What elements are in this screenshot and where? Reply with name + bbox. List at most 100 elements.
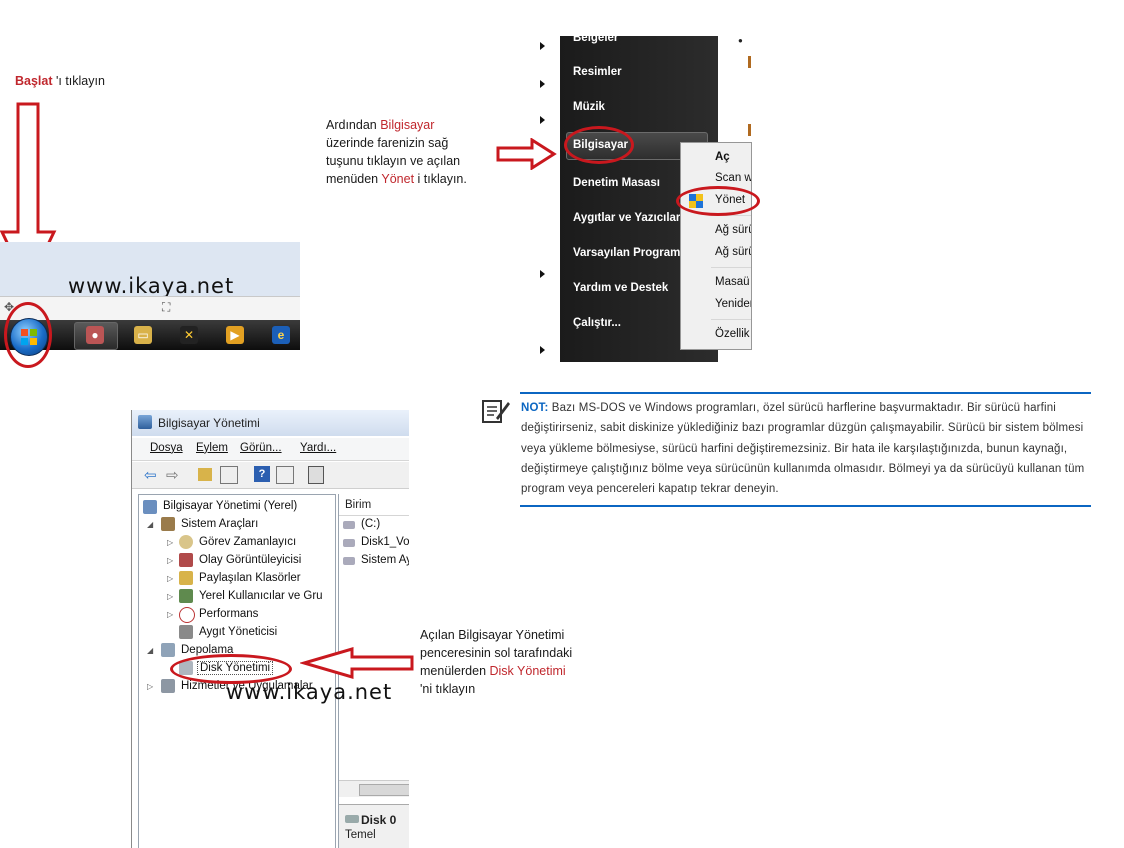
- computer-management-window: Bilgisayar Yönetimi Dosya Eylem Görün...…: [131, 410, 409, 848]
- expand-icon[interactable]: ▷: [167, 610, 173, 619]
- menu-devices-printers[interactable]: Aygıtlar ve Yazıcılar: [573, 212, 680, 224]
- chevron-right-icon: [540, 80, 545, 88]
- expand-icon[interactable]: ▷: [147, 682, 153, 691]
- computer-management-icon: [143, 500, 157, 514]
- manage-keyword: Yönet: [381, 172, 415, 186]
- step2-line4: menüden: [326, 172, 382, 186]
- disk-label: Disk 0: [361, 813, 397, 827]
- show-hide-tree-icon[interactable]: [220, 466, 238, 484]
- step3-line3: menülerden: [420, 664, 490, 678]
- tree-shared-folders[interactable]: Paylaşılan Klasörler: [199, 572, 301, 584]
- menu-music[interactable]: Müzik: [573, 101, 605, 113]
- computer-highlight-oval: [564, 126, 634, 164]
- chevron-right-icon: [540, 346, 545, 354]
- note-label: NOT:: [521, 402, 549, 414]
- show-hide-action-icon[interactable]: [276, 466, 294, 484]
- tree-performance[interactable]: Performans: [199, 608, 258, 620]
- expand-icon[interactable]: ▷: [167, 556, 173, 565]
- computer-management-icon: [138, 415, 152, 429]
- volume-row[interactable]: Disk1_Vol: [361, 536, 409, 548]
- menu-documents[interactable]: Belgeler: [573, 32, 618, 44]
- users-icon: [179, 589, 193, 603]
- column-header[interactable]: Birim: [339, 497, 409, 516]
- up-folder-icon[interactable]: [198, 468, 212, 481]
- tree-task-scheduler[interactable]: Görev Zamanlayıcı: [199, 536, 296, 548]
- tree-local-users[interactable]: Yerel Kullanıcılar ve Gru: [199, 590, 323, 602]
- help-icon[interactable]: ?: [254, 466, 270, 482]
- disk-management-highlight-oval: [170, 654, 292, 684]
- window-title: Bilgisayar Yönetimi: [158, 416, 260, 430]
- manage-highlight-oval: [676, 186, 760, 216]
- disk-type: Temel: [345, 829, 376, 841]
- chevron-right-icon: [540, 116, 545, 124]
- media-icon[interactable]: ✕: [180, 326, 198, 344]
- watermark: www.ikaya.net: [68, 274, 235, 298]
- step3-line4: 'ni tıklayın: [420, 682, 476, 696]
- tools-icon: [161, 517, 175, 531]
- text-fragment: [748, 56, 751, 68]
- storage-icon: [161, 643, 175, 657]
- menu-run[interactable]: Çalıştır...: [573, 317, 621, 329]
- menu-pictures[interactable]: Resimler: [573, 66, 622, 78]
- drive-icon: [343, 521, 355, 529]
- player-icon[interactable]: ▶: [226, 326, 244, 344]
- menu-default-programs[interactable]: Varsayılan Programlar: [573, 247, 694, 259]
- expand-icon[interactable]: ▷: [167, 592, 173, 601]
- bullet-icon: ●: [738, 36, 743, 45]
- clock-icon: [179, 535, 193, 549]
- menu-help[interactable]: Yardı...: [300, 442, 336, 454]
- step3-line1: Açılan Bilgisayar Yönetimi: [420, 628, 565, 642]
- text-fragment: [748, 124, 751, 136]
- step3-line2: penceresinin sol tarafındaki: [420, 646, 573, 660]
- ie-icon[interactable]: e: [272, 326, 290, 344]
- menu-help-support[interactable]: Yardım ve Destek: [573, 282, 668, 294]
- back-arrow-icon[interactable]: ⇦: [144, 466, 157, 484]
- tree-event-viewer[interactable]: Olay Görüntüleyicisi: [199, 554, 301, 566]
- properties-icon[interactable]: [308, 466, 324, 484]
- forward-arrow-icon[interactable]: ⇨: [166, 466, 179, 484]
- shared-folder-icon: [179, 571, 193, 585]
- tree-system-tools[interactable]: Sistem Araçları: [181, 518, 258, 530]
- chevron-right-icon: [540, 270, 545, 278]
- note-pad-icon: [482, 400, 510, 423]
- menubar: Dosya Eylem Görün... Yardı...: [132, 438, 409, 461]
- computer-keyword: Bilgisayar: [380, 118, 435, 132]
- app-icon[interactable]: ●: [86, 326, 104, 344]
- menu-file[interactable]: Dosya: [150, 442, 183, 454]
- disk-management-keyword: Disk Yönetimi: [489, 664, 566, 678]
- right-arrow-annotation: [496, 138, 557, 170]
- step2-instruction: Ardından Bilgisayar üzerinde farenizin s…: [326, 116, 506, 188]
- start-highlight-oval: [4, 302, 52, 368]
- menu-action[interactable]: Eylem: [196, 442, 228, 454]
- device-manager-icon: [179, 625, 193, 639]
- step1-instruction: Başlat 'ı tıklayın: [15, 72, 105, 90]
- horizontal-scrollbar[interactable]: [339, 780, 409, 797]
- event-viewer-icon: [179, 553, 193, 567]
- menu-control-panel[interactable]: Denetim Masası: [573, 177, 660, 189]
- collapse-icon[interactable]: ◢: [147, 646, 153, 655]
- menu-view[interactable]: Görün...: [240, 442, 282, 454]
- step3-instruction: Açılan Bilgisayar Yönetimi penceresinin …: [420, 626, 610, 698]
- volume-row[interactable]: Sistem Ay: [361, 554, 409, 566]
- ctx-open[interactable]: Aç: [715, 151, 730, 163]
- expand-icon[interactable]: ▷: [167, 574, 173, 583]
- tree-root[interactable]: Bilgisayar Yönetimi (Yerel): [163, 500, 297, 512]
- disk-summary: Disk 0 Temel: [339, 804, 409, 848]
- step2-line1: Ardından: [326, 118, 381, 132]
- performance-icon: [179, 607, 195, 623]
- volume-row[interactable]: (C:): [361, 518, 380, 530]
- step2-line4-end: i tıklayın.: [414, 172, 467, 186]
- window-titlebar: Bilgisayar Yönetimi: [132, 410, 409, 436]
- disk-icon: [345, 815, 359, 823]
- chevron-right-icon: [540, 42, 545, 50]
- tree-device-manager[interactable]: Aygıt Yöneticisi: [199, 626, 277, 638]
- drive-icon: [343, 539, 355, 547]
- left-arrow-annotation: [300, 647, 414, 679]
- note-text: NOT: Bazı MS-DOS ve Windows programları,…: [521, 398, 1089, 499]
- expand-icon[interactable]: ▷: [167, 538, 173, 547]
- folder-icon[interactable]: ▭: [134, 326, 152, 344]
- toolbar: ⇦ ⇨ ?: [132, 462, 409, 489]
- scroll-thumb[interactable]: [359, 784, 409, 796]
- column-volume: Birim: [345, 499, 372, 511]
- collapse-icon[interactable]: ◢: [147, 520, 153, 529]
